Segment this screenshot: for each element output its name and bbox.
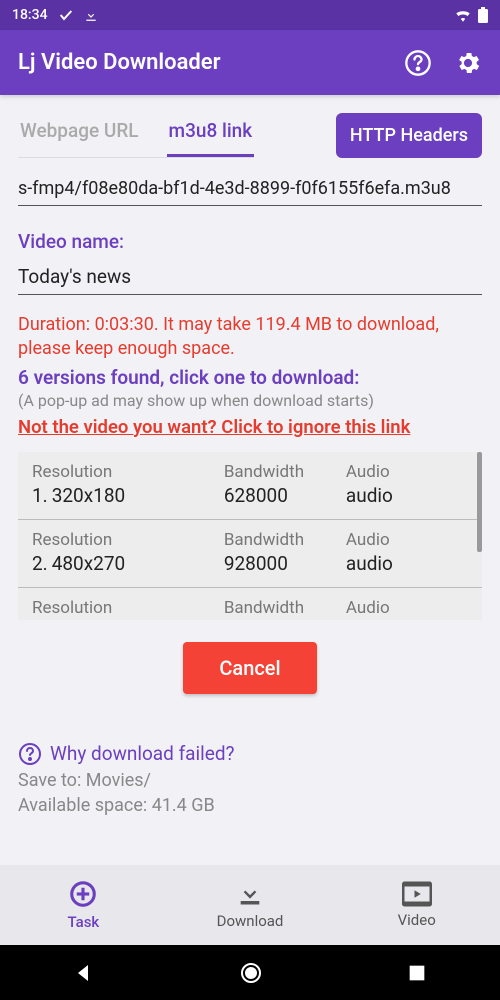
http-headers-button[interactable]: HTTP Headers [336,113,482,158]
footer-info: Why download failed? Save to: Movies/ Av… [0,742,500,816]
col-resolution: Resolution [32,530,224,550]
version-row[interactable]: Resolution Bandwidth Audio 2.480x270 928… [18,520,482,588]
col-audio: Audio [346,530,468,550]
col-audio: Audio [346,598,468,618]
status-bar: 18:34 [0,0,500,30]
help-icon[interactable] [404,49,432,77]
col-bandwidth: Bandwidth [224,462,346,482]
popup-note: (A pop-up ad may show up when download s… [18,391,482,410]
system-nav [0,945,500,1000]
check-icon [58,7,74,23]
recent-button[interactable] [406,962,428,984]
col-resolution: Resolution [32,462,224,482]
col-bandwidth: Bandwidth [224,530,346,550]
bottom-nav: Task Download Video [0,865,500,945]
url-input[interactable] [18,172,482,206]
tab-m3u8-link[interactable]: m3u8 link [167,113,255,157]
status-time: 18:34 [12,7,48,23]
col-resolution: Resolution [32,598,224,618]
plus-circle-icon [68,879,98,909]
download-icon [236,880,264,908]
battery-icon [478,7,488,23]
nav-task[interactable]: Task [0,865,167,945]
video-name-label: Video name: [18,230,482,253]
scrollbar-thumb[interactable] [477,452,482,552]
app-bar: Lj Video Downloader [0,30,500,95]
help-icon [18,742,42,766]
save-to-line: Save to: Movies/ [18,770,482,791]
download-failed-help[interactable]: Why download failed? [18,742,482,766]
video-name-input[interactable] [18,259,482,295]
tab-webpage-url[interactable]: Webpage URL [18,113,141,157]
video-icon [402,881,432,907]
nav-video[interactable]: Video [333,865,500,945]
duration-message: Duration: 0:03:30. It may take 119.4 MB … [18,313,482,362]
col-audio: Audio [346,462,468,482]
available-space-line: Available space: 41.4 GB [18,795,482,816]
versions-found-message: 6 versions found, click one to download: [18,366,482,389]
cancel-button[interactable]: Cancel [183,642,316,694]
app-title: Lj Video Downloader [18,50,221,75]
version-row[interactable]: Resolution Bandwidth Audio 1.320x180 628… [18,452,482,520]
versions-list: Resolution Bandwidth Audio 1.320x180 628… [18,452,482,620]
version-row[interactable]: Resolution Bandwidth Audio [18,588,482,620]
back-button[interactable] [72,961,96,985]
home-button[interactable] [239,961,263,985]
nav-download[interactable]: Download [167,865,334,945]
tabs-row: Webpage URL m3u8 link HTTP Headers [0,95,500,158]
ignore-link[interactable]: Not the video you want? Click to ignore … [18,416,410,438]
col-bandwidth: Bandwidth [224,598,346,618]
gear-icon[interactable] [454,49,482,77]
download-status-icon [84,8,98,22]
wifi-icon [454,8,472,22]
